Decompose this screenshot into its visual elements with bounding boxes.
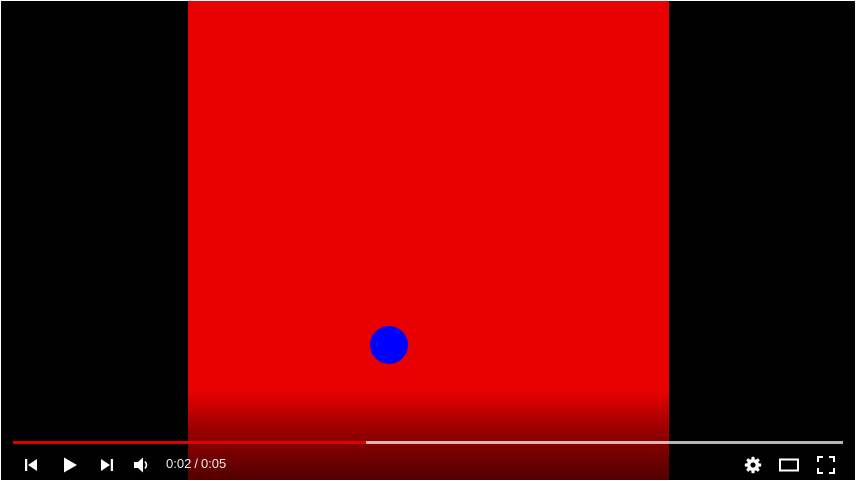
previous-icon	[25, 459, 37, 471]
video-player[interactable]: 0:02/0:05	[1, 1, 855, 480]
progress-bar[interactable]	[13, 440, 843, 444]
settings-button[interactable]	[738, 450, 768, 480]
volume-icon	[134, 457, 148, 473]
time-display: 0:02/0:05	[166, 456, 226, 472]
previous-button[interactable]	[16, 450, 46, 480]
next-icon	[101, 459, 113, 471]
fullscreen-icon	[817, 456, 835, 474]
time-separator: /	[194, 456, 198, 471]
video-frame	[188, 1, 669, 480]
play-button[interactable]	[55, 450, 85, 480]
progress-played	[13, 441, 366, 444]
duration: 0:05	[200, 456, 227, 471]
theater-mode-icon	[779, 458, 799, 472]
gear-icon	[744, 456, 762, 474]
fullscreen-button[interactable]	[811, 450, 841, 480]
theater-mode-button[interactable]	[774, 450, 804, 480]
blue-ball	[370, 326, 408, 364]
next-button[interactable]	[92, 450, 122, 480]
play-icon	[64, 457, 77, 473]
control-bar: 0:02/0:05	[1, 447, 855, 480]
volume-button[interactable]	[126, 450, 156, 480]
current-time: 0:02	[166, 456, 192, 471]
